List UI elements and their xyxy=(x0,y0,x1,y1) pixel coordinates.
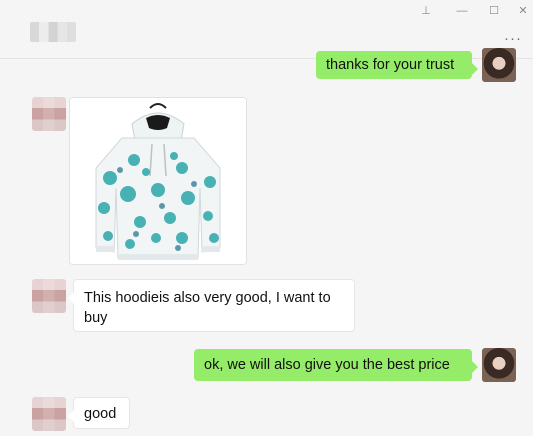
message-image-bubble[interactable] xyxy=(69,97,247,265)
contact-name-blurred xyxy=(30,22,76,42)
message-bubble-sent[interactable]: thanks for your trust xyxy=(316,51,478,79)
message-text: good xyxy=(84,406,117,422)
message-bubble-received[interactable]: This hoodieis also very good, I want to … xyxy=(68,279,355,332)
more-options-icon[interactable]: ··· xyxy=(504,31,524,46)
self-avatar[interactable] xyxy=(482,48,516,82)
message-text: ok, we will also give you the best price xyxy=(204,357,450,373)
message-text: thanks for your trust xyxy=(326,57,455,73)
message-bubble-received[interactable]: good xyxy=(68,397,130,429)
sender-avatar[interactable] xyxy=(32,397,66,431)
hoodie-image xyxy=(70,98,246,264)
close-icon[interactable]: ✕ xyxy=(513,3,533,19)
minimize-icon[interactable]: — xyxy=(452,3,472,19)
message-text: This hoodieis also very good, I want to … xyxy=(84,290,331,326)
sender-avatar[interactable] xyxy=(32,97,66,131)
pin-icon[interactable]: ⊥ xyxy=(416,3,436,19)
message-bubble-sent[interactable]: ok, we will also give you the best price xyxy=(194,349,478,381)
self-avatar[interactable] xyxy=(482,348,516,382)
maximize-icon[interactable]: ☐ xyxy=(484,3,504,19)
sender-avatar[interactable] xyxy=(32,279,66,313)
